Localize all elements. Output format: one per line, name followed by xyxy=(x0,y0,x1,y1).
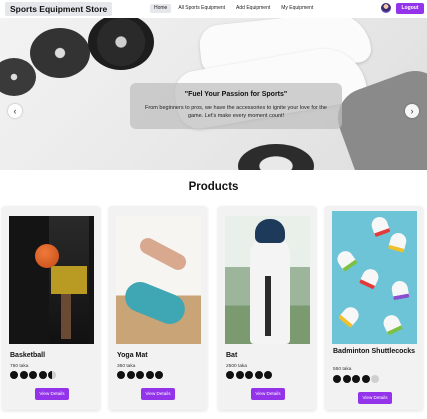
rating-dot-icon xyxy=(342,375,351,383)
rating-dot-icon xyxy=(254,371,263,379)
user-avatar[interactable] xyxy=(381,3,391,13)
rating-dot-icon xyxy=(38,371,47,379)
rating-dot-icon xyxy=(361,375,370,383)
hero-subtitle: From beginners to pros, we have the acce… xyxy=(145,105,327,119)
logout-button[interactable]: Logout xyxy=(396,3,424,14)
product-name: Yoga Mat xyxy=(117,352,148,359)
rating-dot-icon xyxy=(10,371,18,379)
view-details-button[interactable]: View Details xyxy=(141,388,175,400)
weight-plate-image xyxy=(88,18,154,70)
weight-plate-image xyxy=(0,58,36,96)
product-rating xyxy=(10,371,56,379)
rating-dot-icon xyxy=(226,371,234,379)
weight-ring-image xyxy=(238,144,314,170)
rating-dot-icon xyxy=(264,371,272,379)
product-card: Basketball 750 taka View Details xyxy=(2,206,100,410)
rating-dot-icon xyxy=(333,375,341,383)
rating-dot-icon xyxy=(235,371,244,379)
rating-dot-icon xyxy=(371,375,379,383)
rating-dot-icon xyxy=(126,371,135,379)
rating-dot-icon xyxy=(29,371,37,379)
rating-dot-icon xyxy=(352,375,360,383)
product-card: Yoga Mat 350 taka View Details xyxy=(109,206,207,410)
product-image-shuttlecocks xyxy=(332,211,417,344)
hero-title: "Fuel Your Passion for Sports" xyxy=(184,91,288,98)
rating-dot-icon xyxy=(245,371,253,379)
products-title: Products xyxy=(188,181,239,193)
product-name: Basketball xyxy=(10,352,46,359)
rating-dot-icon xyxy=(155,371,163,379)
view-details-button[interactable]: View Details xyxy=(35,388,69,400)
rating-dot-icon xyxy=(145,371,154,379)
product-name: Bat xyxy=(226,352,238,359)
nav-links: Home All Sports Equipment Add Equipment … xyxy=(150,4,317,14)
rating-dot-icon xyxy=(48,371,56,379)
nav-link-home[interactable]: Home xyxy=(150,4,172,13)
product-price: 2500 taka xyxy=(226,364,248,369)
product-rating xyxy=(117,371,163,379)
product-price: 750 taka xyxy=(10,364,29,369)
chevron-right-icon: › xyxy=(410,106,414,116)
rating-dot-icon xyxy=(19,371,28,379)
nav-link-my-equipment[interactable]: My Equipment xyxy=(277,4,317,13)
hero-caption: "Fuel Your Passion for Sports" From begi… xyxy=(130,83,342,129)
brand-logo[interactable]: Sports Equipment Store xyxy=(5,2,113,16)
product-price: 350 taka xyxy=(117,364,136,369)
view-details-button[interactable]: View Details xyxy=(358,392,392,404)
product-price: 550 taka xyxy=(333,367,352,372)
product-image-basketball xyxy=(9,216,94,344)
rating-dot-icon xyxy=(117,371,125,379)
navbar: Sports Equipment Store Home All Sports E… xyxy=(0,0,427,18)
carousel-next-button[interactable]: › xyxy=(405,104,419,118)
product-rating xyxy=(226,371,272,379)
nav-link-all-equipment[interactable]: All Sports Equipment xyxy=(174,4,229,13)
hero-carousel: "Fuel Your Passion for Sports" From begi… xyxy=(0,18,427,170)
product-name: Badminton Shuttlecocks xyxy=(333,348,416,355)
carousel-prev-button[interactable]: ‹ xyxy=(8,104,22,118)
product-image-bat xyxy=(225,216,310,344)
product-image-yoga-mat xyxy=(116,216,201,344)
product-card: Badminton Shuttlecocks 550 taka View Det… xyxy=(325,206,423,410)
product-rating xyxy=(333,375,379,383)
product-card: Bat 2500 taka View Details xyxy=(218,206,316,410)
nav-link-add-equipment[interactable]: Add Equipment xyxy=(232,4,274,13)
chevron-left-icon: ‹ xyxy=(13,106,17,116)
weight-plate-image xyxy=(30,28,90,78)
rating-dot-icon xyxy=(136,371,144,379)
view-details-button[interactable]: View Details xyxy=(251,388,285,400)
